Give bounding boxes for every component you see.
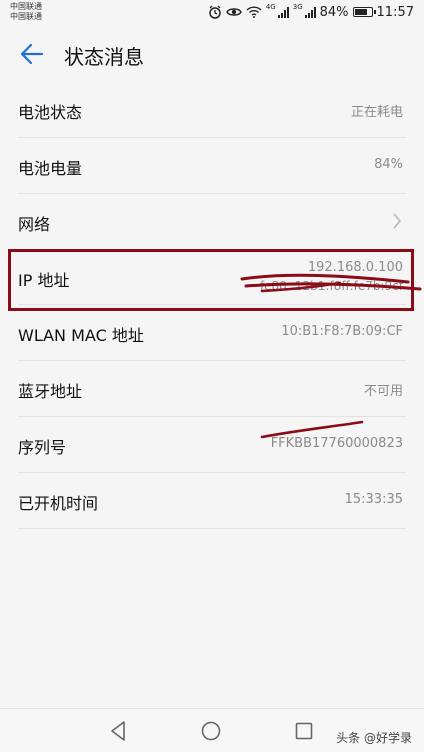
- serial-value: FFKBB17760000823: [270, 436, 403, 451]
- status-bar: 中国联通 中国联通 4G 3G 84% 11:57: [0, 0, 424, 26]
- status-icons: 4G 3G 84% 11:57: [208, 3, 414, 21]
- battery-status-value: 正在耗电: [350, 105, 403, 120]
- row-wlan-mac[interactable]: WLAN MAC 地址 10:B1:F8:7B:09:CF: [18, 305, 406, 361]
- nav-bar: 头条 @好学录: [0, 708, 424, 752]
- eye-comfort-icon: [226, 6, 242, 18]
- battery-percent: 84%: [319, 4, 349, 20]
- network-type-2: 3G: [292, 3, 303, 11]
- wifi-icon: [246, 6, 262, 18]
- uptime-label: 已开机时间: [18, 494, 99, 513]
- bluetooth-value: 不可用: [363, 384, 403, 399]
- page-title: 状态消息: [64, 45, 144, 69]
- carrier-label-1: 中国联通: [10, 2, 42, 11]
- circle-home-icon: [201, 721, 221, 741]
- signal-2-icon: [304, 6, 316, 18]
- row-battery-status[interactable]: 电池状态 正在耗电: [18, 82, 406, 138]
- row-battery-level[interactable]: 电池电量 84%: [18, 138, 406, 194]
- back-button[interactable]: [16, 38, 48, 70]
- wlan-mac-label: WLAN MAC 地址: [18, 326, 144, 345]
- wlan-mac-value: 10:B1:F8:7B:09:CF: [281, 324, 403, 339]
- uptime-value: 15:33:35: [344, 492, 403, 507]
- nav-back-button[interactable]: [104, 717, 132, 745]
- carrier-info: 中国联通 中国联通: [10, 2, 42, 22]
- battery-level-label: 电池电量: [18, 159, 83, 178]
- signal-1-icon: [277, 6, 289, 18]
- clock: 11:57: [376, 4, 414, 20]
- battery-fill: [354, 9, 367, 15]
- nav-home-button[interactable]: [197, 717, 225, 745]
- battery-level-value: 84%: [374, 157, 403, 172]
- back-arrow-icon: [20, 43, 44, 65]
- app-bar: 状态消息: [0, 26, 424, 82]
- row-serial[interactable]: 序列号 FFKBB17760000823: [18, 417, 406, 473]
- carrier-label-2: 中国联通: [10, 12, 42, 21]
- bluetooth-label: 蓝牙地址: [18, 382, 83, 401]
- row-network[interactable]: 网络: [18, 194, 406, 250]
- row-bluetooth[interactable]: 蓝牙地址 不可用: [18, 361, 406, 417]
- chevron-right-icon: [392, 212, 402, 234]
- network-type-1: 4G: [265, 3, 276, 11]
- watermark: 头条 @好学录: [336, 731, 412, 745]
- battery-status-label: 电池状态: [18, 103, 83, 122]
- triangle-back-icon: [111, 721, 125, 741]
- battery-icon: [352, 7, 376, 17]
- nav-recents-button[interactable]: [290, 717, 318, 745]
- network-label: 网络: [18, 215, 51, 234]
- alarm-icon: [208, 5, 222, 19]
- square-recents-icon: [295, 722, 313, 740]
- serial-label: 序列号: [18, 438, 67, 457]
- annotation-highlight-box: [8, 249, 414, 311]
- row-uptime[interactable]: 已开机时间 15:33:35: [18, 473, 406, 529]
